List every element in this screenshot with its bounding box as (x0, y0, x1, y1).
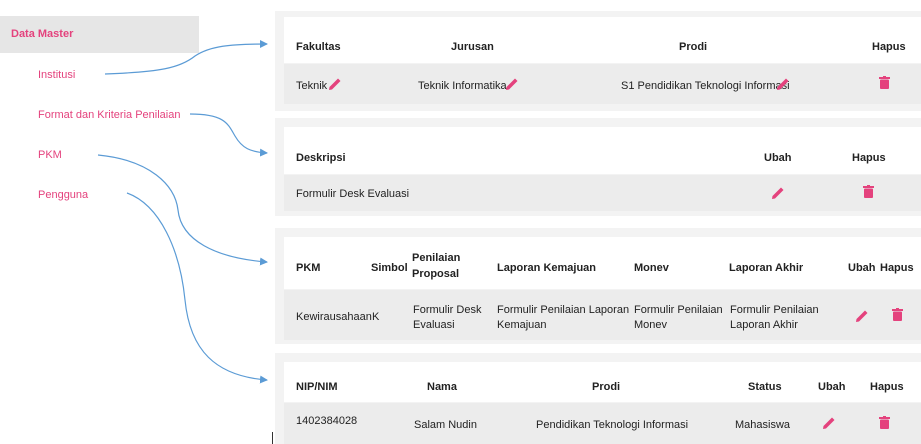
arrow-pkm (97, 154, 268, 266)
connector-arrows (97, 40, 268, 384)
arrow-pengguna (126, 192, 268, 384)
arrow-format (189, 113, 268, 157)
arrow-institusi (104, 40, 268, 75)
